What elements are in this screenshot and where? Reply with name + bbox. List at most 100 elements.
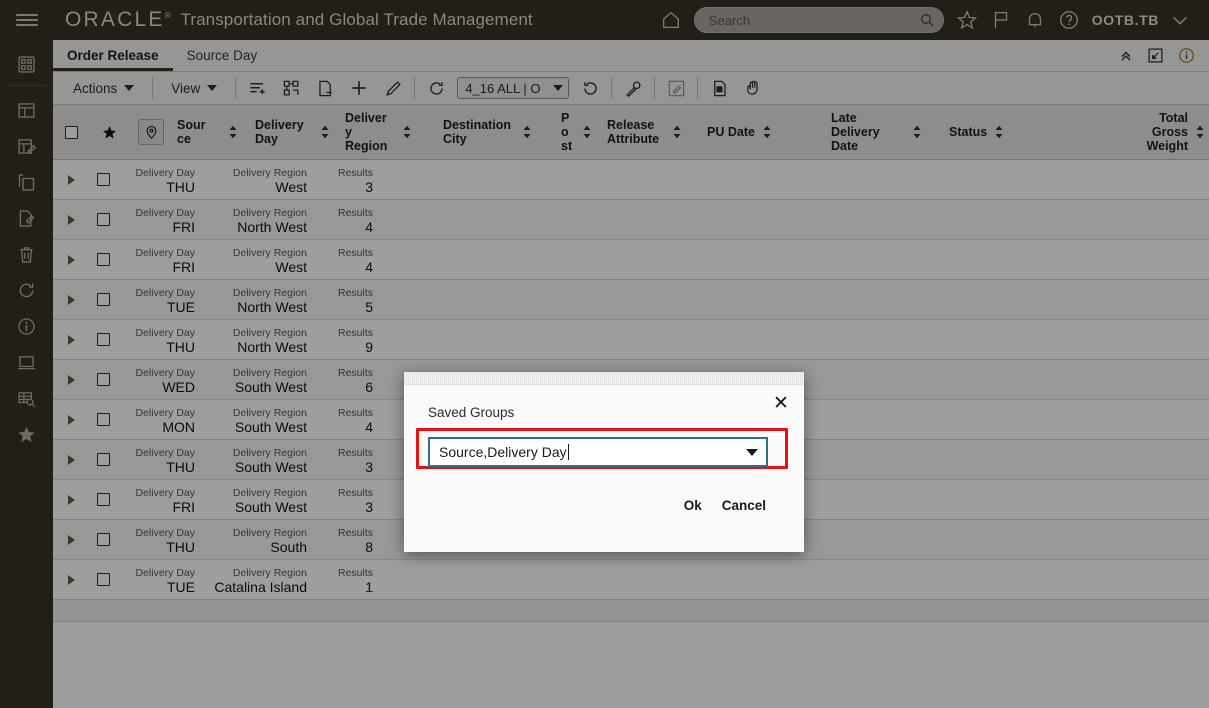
search-box[interactable]: [693, 7, 944, 33]
table-row[interactable]: Delivery Day FRI Delivery Region West Result…: [53, 240, 1209, 280]
view-menu-button[interactable]: View: [157, 76, 231, 100]
row-checkbox[interactable]: [89, 373, 117, 386]
tab-order-release[interactable]: Order Release: [53, 40, 173, 71]
tab-source-day[interactable]: Source Day: [173, 40, 272, 71]
group-key-label: Results: [337, 406, 373, 419]
refresh-circle-icon[interactable]: [419, 75, 453, 101]
row-checkbox[interactable]: [89, 573, 117, 586]
group-value: THU: [166, 338, 195, 355]
row-expand-toggle[interactable]: [53, 534, 89, 545]
col-source[interactable]: Sour ce: [173, 105, 251, 159]
table-row[interactable]: Delivery Day FRI Delivery Region North West…: [53, 200, 1209, 240]
row-checkbox[interactable]: [89, 493, 117, 506]
group-delivery-day: Delivery Day FRI: [117, 246, 195, 274]
sidebar-item-copy[interactable]: [7, 164, 47, 200]
group-value: North West: [237, 338, 307, 355]
star-icon[interactable]: [950, 0, 984, 40]
sidebar-item-edit-table[interactable]: [7, 128, 47, 164]
sidebar-item-table-search[interactable]: [7, 380, 47, 416]
pin-location-header[interactable]: [129, 105, 173, 159]
star-icon: [102, 125, 116, 139]
user-chevron-icon[interactable]: [1163, 0, 1197, 40]
col-post-label: P o st: [561, 111, 573, 153]
group-value: 8: [365, 538, 373, 555]
col-status[interactable]: Status: [943, 105, 1023, 159]
row-expand-toggle[interactable]: [53, 294, 89, 305]
chevron-down-icon[interactable]: [746, 448, 758, 456]
row-checkbox[interactable]: [89, 253, 117, 266]
row-expand-toggle[interactable]: [53, 574, 89, 585]
saved-groups-combobox[interactable]: Source,Delivery Day: [428, 437, 768, 467]
saved-query-select[interactable]: 4_16 ALL | O: [457, 77, 570, 99]
row-checkbox[interactable]: [89, 333, 117, 346]
close-icon[interactable]: ✕: [772, 394, 790, 413]
collapse-chevron-icon[interactable]: [1119, 49, 1133, 63]
table-row[interactable]: Delivery Day THU Delivery Region West Result…: [53, 160, 1209, 200]
sidebar-item-monitor[interactable]: [7, 344, 47, 380]
edit-pencil-icon[interactable]: [376, 75, 410, 101]
reload-icon[interactable]: [573, 75, 607, 101]
actions-menu-button[interactable]: Actions: [59, 76, 148, 100]
menu-icon[interactable]: [0, 0, 53, 40]
toolbar-divider: [611, 77, 613, 99]
table-row[interactable]: Delivery Day TUE Delivery Region North West…: [53, 280, 1209, 320]
add-icon[interactable]: [342, 75, 376, 101]
home-icon[interactable]: [654, 0, 688, 40]
row-checkbox[interactable]: [89, 213, 117, 226]
group-key-label: Delivery Day: [135, 486, 195, 499]
row-checkbox[interactable]: [89, 293, 117, 306]
sidebar-item-edit-document[interactable]: [7, 200, 47, 236]
cancel-button[interactable]: Cancel: [722, 498, 766, 513]
row-expand-toggle[interactable]: [53, 334, 89, 345]
table-row[interactable]: Delivery Day THU Delivery Region North West…: [53, 320, 1209, 360]
row-expand-toggle[interactable]: [53, 454, 89, 465]
sidebar-item-layout[interactable]: [7, 92, 47, 128]
row-expand-toggle[interactable]: [53, 174, 89, 185]
ok-button[interactable]: Ok: [684, 498, 702, 513]
row-expand-toggle[interactable]: [53, 494, 89, 505]
row-expand-toggle[interactable]: [53, 414, 89, 425]
restore-down-icon[interactable]: [1147, 47, 1164, 64]
col-release-attribute[interactable]: Release Attribute: [599, 105, 693, 159]
sidebar-item-dashboard[interactable]: [7, 46, 47, 82]
sidebar-item-refresh[interactable]: [7, 272, 47, 308]
search-input[interactable]: [708, 12, 919, 28]
help-icon[interactable]: [1052, 0, 1086, 40]
bell-icon[interactable]: [1018, 0, 1052, 40]
row-checkbox[interactable]: [89, 533, 117, 546]
col-late-delivery-date[interactable]: Late Delivery Date: [823, 105, 943, 159]
select-all-checkbox[interactable]: [53, 105, 89, 159]
row-checkbox[interactable]: [89, 413, 117, 426]
header-actions: OOTB.TB: [654, 0, 1209, 40]
col-destination-city[interactable]: Destination City: [429, 105, 551, 159]
row-expand-toggle[interactable]: [53, 254, 89, 265]
sidebar-item-favorites[interactable]: [7, 416, 47, 452]
row-expand-toggle[interactable]: [53, 374, 89, 385]
saved-groups-value: Source,Delivery Day: [439, 444, 567, 460]
dialog-drag-handle[interactable]: [404, 372, 804, 385]
edit-disabled-icon: [659, 75, 693, 101]
col-pu-date[interactable]: PU Date: [693, 105, 823, 159]
col-post[interactable]: P o st: [551, 105, 599, 159]
row-expand-toggle[interactable]: [53, 214, 89, 225]
user-name[interactable]: OOTB.TB: [1092, 12, 1159, 28]
group-value: THU: [166, 178, 195, 195]
row-checkbox[interactable]: [89, 173, 117, 186]
hand-icon[interactable]: [736, 75, 770, 101]
duplicate-document-icon[interactable]: [702, 75, 736, 101]
col-total-gross-weight[interactable]: Total Gross Weight: [1023, 105, 1209, 159]
actions-label: Actions: [73, 80, 118, 96]
col-delivery-day[interactable]: Delivery Day: [251, 105, 341, 159]
wrench-icon[interactable]: [616, 75, 650, 101]
favorite-star-header[interactable]: [89, 105, 129, 159]
sidebar-item-delete[interactable]: [7, 236, 47, 272]
flag-icon[interactable]: [984, 0, 1018, 40]
col-delivery-region[interactable]: Deliver y Region: [341, 105, 429, 159]
add-to-list-icon[interactable]: [240, 75, 274, 101]
info-circle-icon[interactable]: [1178, 47, 1195, 64]
sidebar-item-info[interactable]: [7, 308, 47, 344]
remove-document-icon[interactable]: [308, 75, 342, 101]
process-flow-icon[interactable]: [274, 75, 308, 101]
row-checkbox[interactable]: [89, 453, 117, 466]
table-row[interactable]: Delivery Day TUE Delivery Region Catalina I…: [53, 560, 1209, 600]
